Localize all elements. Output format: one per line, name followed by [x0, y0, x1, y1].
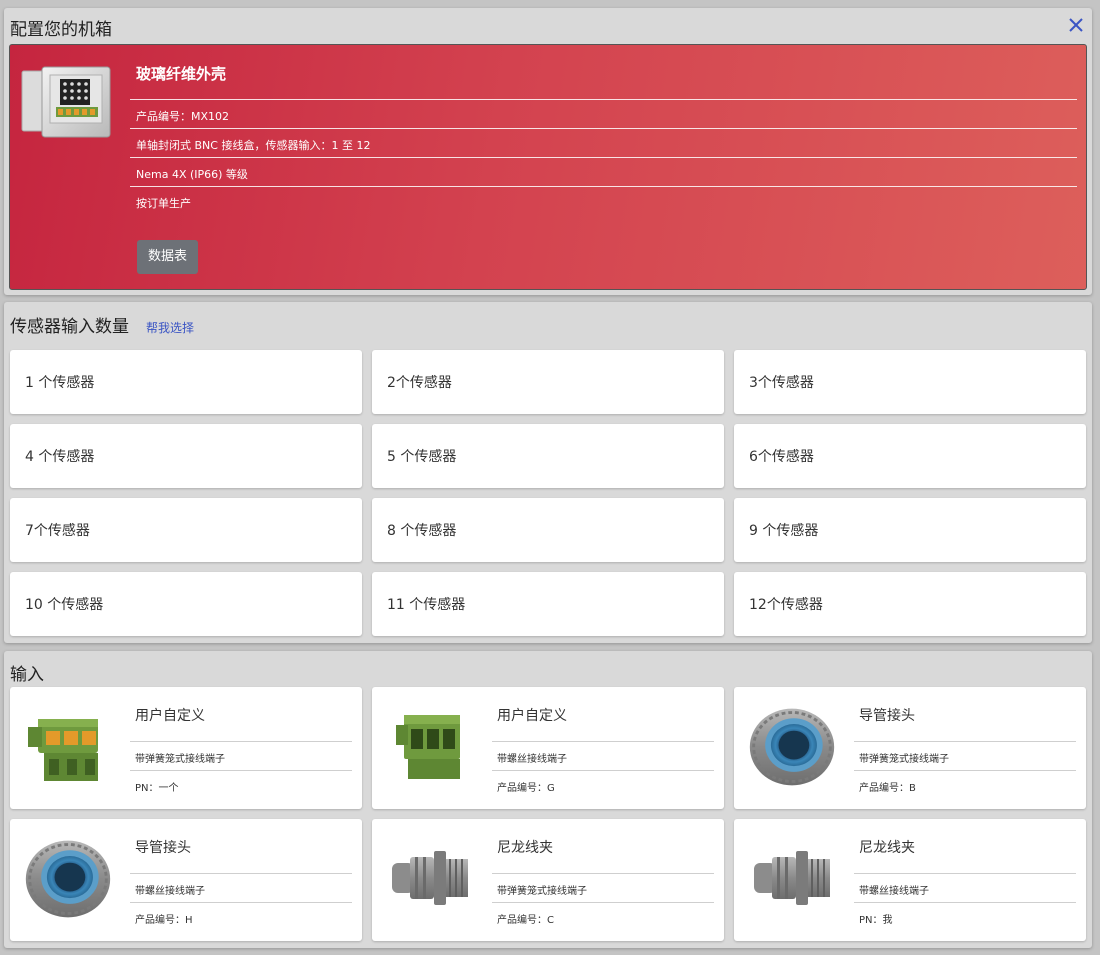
sensor-option-12[interactable]: 12个传感器	[734, 572, 1086, 636]
input-option-terminal: 带弹簧笼式接线端子	[130, 741, 352, 770]
help-me-choose-link[interactable]: 帮我选择	[146, 319, 194, 336]
sensor-option-8[interactable]: 8 个传感器	[372, 498, 724, 562]
input-option-terminal: 带螺丝接线端子	[492, 741, 714, 770]
sensor-option-2[interactable]: 2个传感器	[372, 350, 724, 414]
input-option-title: 用户自定义	[497, 708, 567, 724]
enclosure-card: 玻璃纤维外壳 产品编号：MX102 单轴封闭式 BNC 接线盒，传感器输入：1 …	[9, 44, 1087, 290]
sensor-option-7[interactable]: 7个传感器	[10, 498, 362, 562]
inputs-panel-title: 输入	[10, 665, 44, 685]
screw-terminal-block-icon	[384, 701, 476, 793]
sensor-count-panel: 传感器输入数量 帮我选择 1 个传感器 2个传感器 3个传感器 4 个传感器 5…	[4, 302, 1092, 643]
sensor-option-9[interactable]: 9 个传感器	[734, 498, 1086, 562]
enclosure-panel: 配置您的机箱 玻璃纤维外壳 产品编号：MX102 单轴封闭式 BNC 接线盒，传…	[4, 8, 1092, 295]
conduit-fitting-icon	[22, 833, 114, 925]
enclosure-details: 产品编号：MX102 单轴封闭式 BNC 接线盒，传感器输入：1 至 12 Ne…	[130, 99, 1077, 215]
sensor-count-title: 传感器输入数量	[10, 317, 129, 337]
enclosure-title: 玻璃纤维外壳	[136, 65, 227, 83]
enclosure-rating: Nema 4X (IP66) 等级	[130, 157, 1077, 186]
nylon-cable-gland-icon	[746, 833, 838, 925]
input-option-terminal: 带弹簧笼式接线端子	[854, 741, 1076, 770]
input-option-title: 尼龙线夹	[497, 840, 553, 856]
sensor-option-6[interactable]: 6个传感器	[734, 424, 1086, 488]
input-option-terminal: 带螺丝接线端子	[130, 873, 352, 902]
input-option-terminal: 带螺丝接线端子	[854, 873, 1076, 902]
input-option-part-number: 产品编号：G	[492, 770, 714, 799]
sensor-option-3[interactable]: 3个传感器	[734, 350, 1086, 414]
input-option-title: 导管接头	[859, 708, 915, 724]
input-option-part-number: 产品编号：B	[854, 770, 1076, 799]
enclosure-description: 单轴封闭式 BNC 接线盒，传感器输入：1 至 12	[130, 128, 1077, 157]
sensor-options-grid: 1 个传感器 2个传感器 3个传感器 4 个传感器 5 个传感器 6个传感器 7…	[10, 350, 1086, 636]
input-option-title: 尼龙线夹	[859, 840, 915, 856]
inputs-panel: 输入 用户自定义 带弹簧笼式接线端子 PN：一个 用户自定义 带螺丝接线端子 产…	[4, 651, 1092, 948]
input-option-title: 用户自定义	[135, 708, 205, 724]
input-option-title: 导管接头	[135, 840, 191, 856]
sensor-option-4[interactable]: 4 个传感器	[10, 424, 362, 488]
input-option-card[interactable]: 用户自定义 带螺丝接线端子 产品编号：G	[372, 687, 724, 809]
close-icon[interactable]	[1066, 15, 1086, 35]
conduit-fitting-icon	[746, 701, 838, 793]
enclosure-part-number: 产品编号：MX102	[130, 99, 1077, 128]
enclosure-product-image	[18, 65, 118, 140]
datasheet-button[interactable]: 数据表	[137, 240, 198, 274]
spring-terminal-block-icon	[22, 701, 114, 793]
nylon-cable-gland-icon	[384, 833, 476, 925]
input-option-card[interactable]: 导管接头 带螺丝接线端子 产品编号：H	[10, 819, 362, 941]
input-options-grid: 用户自定义 带弹簧笼式接线端子 PN：一个 用户自定义 带螺丝接线端子 产品编号…	[10, 687, 1086, 941]
enclosure-panel-title: 配置您的机箱	[10, 20, 112, 40]
input-option-card[interactable]: 尼龙线夹 带弹簧笼式接线端子 产品编号：C	[372, 819, 724, 941]
input-option-part-number: PN：我	[854, 902, 1076, 931]
input-option-part-number: PN：一个	[130, 770, 352, 799]
input-option-card[interactable]: 尼龙线夹 带螺丝接线端子 PN：我	[734, 819, 1086, 941]
sensor-option-11[interactable]: 11 个传感器	[372, 572, 724, 636]
sensor-option-5[interactable]: 5 个传感器	[372, 424, 724, 488]
sensor-option-1[interactable]: 1 个传感器	[10, 350, 362, 414]
enclosure-availability: 按订单生产	[130, 186, 1077, 215]
input-option-card[interactable]: 用户自定义 带弹簧笼式接线端子 PN：一个	[10, 687, 362, 809]
input-option-part-number: 产品编号：H	[130, 902, 352, 931]
input-option-card[interactable]: 导管接头 带弹簧笼式接线端子 产品编号：B	[734, 687, 1086, 809]
input-option-terminal: 带弹簧笼式接线端子	[492, 873, 714, 902]
sensor-option-10[interactable]: 10 个传感器	[10, 572, 362, 636]
input-option-part-number: 产品编号：C	[492, 902, 714, 931]
